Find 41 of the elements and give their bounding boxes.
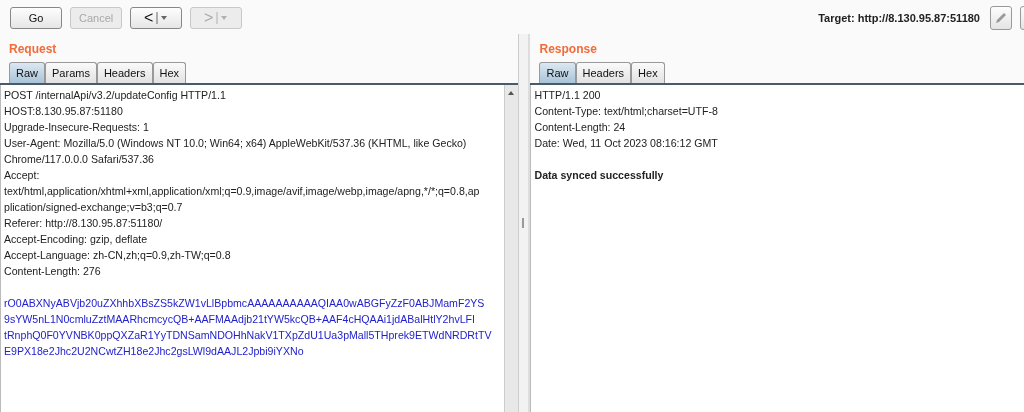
body-line: rO0ABXNyABVjb20uZXhhbXBsZS5kZW1vLlBpbmcAAAAAAAAAAQIAA0wABGFyZzF0ABJMamF2YS <box>4 296 486 311</box>
text-line: Accept-Encoding: gzip, deflate <box>4 232 149 247</box>
message-editor[interactable] <box>0 85 518 412</box>
text-line: Accept-Language: zh-CN,zh;q=0.9,zh-TW;q=0.8 <box>4 248 232 263</box>
history-button[interactable]: < <box>130 7 183 29</box>
tab[interactable]: Headers <box>575 62 632 83</box>
target-label: Target: http://8.130.95.87:51180 <box>818 12 980 24</box>
text-line: plication/signed-exchange;v=b3;q=0.7 <box>4 200 184 215</box>
text-line: User-Agent: Mozilla/5.0 (Windows NT 10.0; Win64; x64) AppleWebKit/537.36 (KHTML, like Gecko) <box>4 136 468 151</box>
body-line: tRnphQ0F0YVNBK0ppQXZaR1YyTDNSamNDOHhNakV1TXpZdU1Ua3pMall5THprek9ETWdNRDRtTV <box>4 328 493 343</box>
tab[interactable]: Raw <box>9 62 45 83</box>
text-line: Accept: <box>4 168 41 183</box>
text-line: Date: Wed, 11 Oct 2023 08:16:12 GMT <box>534 136 719 151</box>
text-line: Content-Length: 276 <box>4 264 102 279</box>
dropdown-icon <box>156 11 169 25</box>
scrollbar[interactable] <box>503 85 518 412</box>
scroll-up-icon <box>507 89 515 97</box>
tab[interactable]: Hex <box>152 62 187 83</box>
dropdown-icon <box>216 11 229 25</box>
tab[interactable]: Hex <box>631 62 665 83</box>
body-line: 9sYW5nL1N0cmluZztMAARhcmcycQB+AAFMAAdjb21tYW5kcQB+AAF4cHQAAi1jdABalHtlY2hvLFI <box>4 312 476 327</box>
tab[interactable]: Params <box>45 62 97 83</box>
message-editor[interactable]: HTTP/1.1 200 Content-Type: text/html;charset=UTF-8 Content-Length: 24 Date: Wed, 11 Oct 2023 08:16:12 GMT Data synced successfully <box>530 85 1024 412</box>
pane-title: Response <box>538 41 598 58</box>
text-line: Chrome/117.0.0.0 Safari/537.36 <box>4 152 155 167</box>
text-line: HTTP/1.1 200 <box>534 88 602 103</box>
text-line: text/html,application/xhtml+xml,application/xml;q=0.9,image/avif,image/webp,image/apng,*/*;q=0.8,ap <box>4 184 481 199</box>
text-line: POST /internalApi/v3.2/updateConfig HTTP/1.1 <box>4 88 227 103</box>
toolbar-button[interactable]: Go <box>10 7 62 29</box>
tab[interactable]: Raw <box>539 62 576 83</box>
text-line: Referer: http://8.130.95.87:51180/ <box>4 216 164 231</box>
text-line: Data synced successfully <box>534 168 665 183</box>
edit-button[interactable] <box>990 6 1012 30</box>
text-line: Content-Length: 24 <box>534 120 627 135</box>
tab[interactable]: Headers <box>96 62 153 83</box>
pane-title: Request <box>8 41 58 58</box>
text-line: HOST:8.130.95.87:51180 <box>4 104 124 119</box>
text-line: Upgrade-Insecure-Requests: 1 <box>4 120 150 135</box>
text-line: Content-Type: text/html;charset=UTF-8 <box>534 104 719 119</box>
pencil-icon <box>994 11 1008 25</box>
body-line: E9PX18e2Jhc2U2NCwtZH18e2Jhc2gsLWl9dAAJL2Jpbi9iYXNo <box>4 344 305 359</box>
